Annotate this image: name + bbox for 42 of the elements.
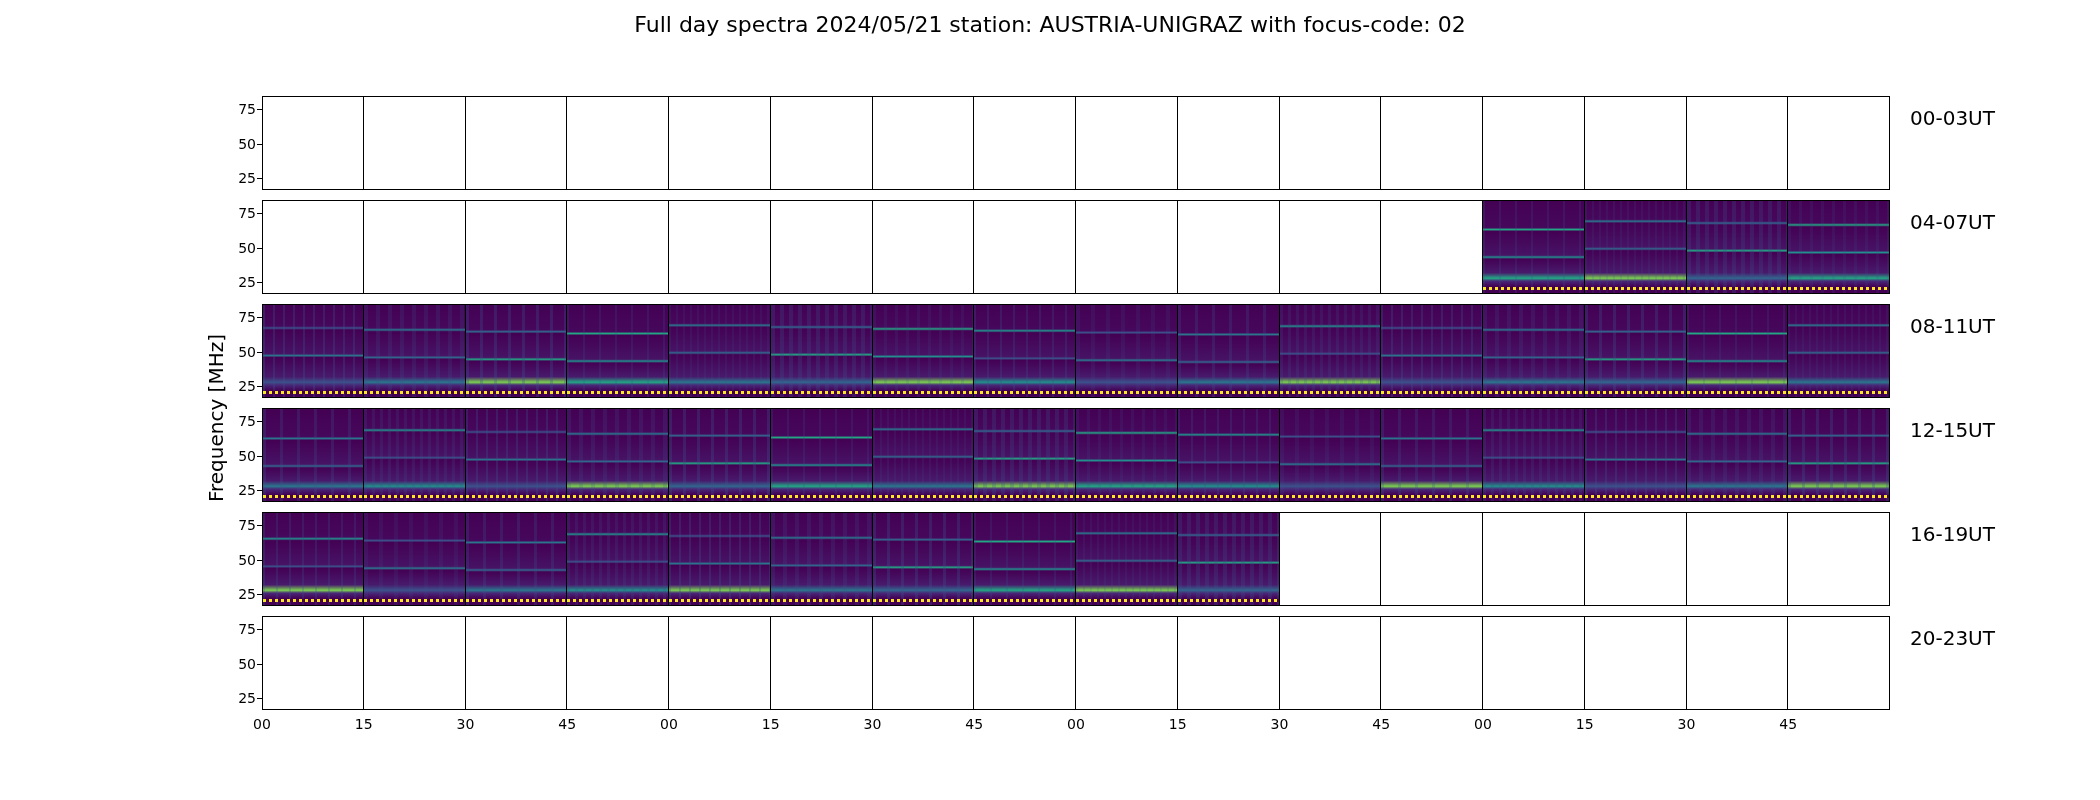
- tick-label: 75: [238, 413, 256, 430]
- tick-label: 00: [1067, 716, 1085, 732]
- row-label: 16-19UT: [1909, 521, 1996, 548]
- tick-label: 25: [238, 585, 256, 602]
- tick-label: 45: [1779, 716, 1798, 732]
- axis-label: Frequency [MHz]: [204, 333, 228, 503]
- chart-title: Full day spectra 2024/05/21 station: AUSTRIA-UNIGRAZ with focus-code: 02: [634, 12, 1466, 37]
- tick-label: 30: [1677, 716, 1696, 732]
- tick-label: 00: [1474, 716, 1492, 732]
- tick-label: 30: [1270, 716, 1289, 732]
- tick-label: 50: [238, 655, 256, 672]
- tick-label: 25: [238, 481, 256, 498]
- row-label: 12-15UT: [1909, 417, 1996, 444]
- tick-label: 25: [238, 689, 256, 706]
- tick-label: 45: [965, 716, 984, 732]
- tick-label: 15: [761, 716, 780, 732]
- tick-label: 50: [238, 551, 256, 568]
- row-label: 08-11UT: [1909, 313, 1996, 340]
- tick-label: 15: [354, 716, 373, 732]
- tick-label: 75: [238, 101, 256, 118]
- tick-label: 00: [253, 716, 271, 732]
- tick-label: 30: [456, 716, 475, 732]
- tick-label: 75: [238, 309, 256, 326]
- tick-label: 50: [238, 447, 256, 464]
- tick-label: 25: [238, 169, 256, 186]
- tick-label: 00: [660, 716, 678, 732]
- row-label: 04-07UT: [1909, 209, 1996, 236]
- tick-label: 30: [863, 716, 882, 732]
- tick-label: 15: [1575, 716, 1594, 732]
- tick-label: 25: [238, 377, 256, 394]
- tick-label: 50: [238, 135, 256, 152]
- tick-label: 50: [238, 343, 256, 360]
- tick-label: 25: [238, 273, 256, 290]
- row-label: 20-23UT: [1909, 625, 1996, 652]
- tick-label: 75: [238, 621, 256, 638]
- tick-label: 45: [558, 716, 577, 732]
- tick-label: 75: [238, 517, 256, 534]
- tick-label: 75: [238, 205, 256, 222]
- tick-label: 50: [238, 239, 256, 256]
- row-label: 00-03UT: [1909, 105, 1996, 132]
- tick-label: 45: [1372, 716, 1391, 732]
- tick-label: 15: [1168, 716, 1187, 732]
